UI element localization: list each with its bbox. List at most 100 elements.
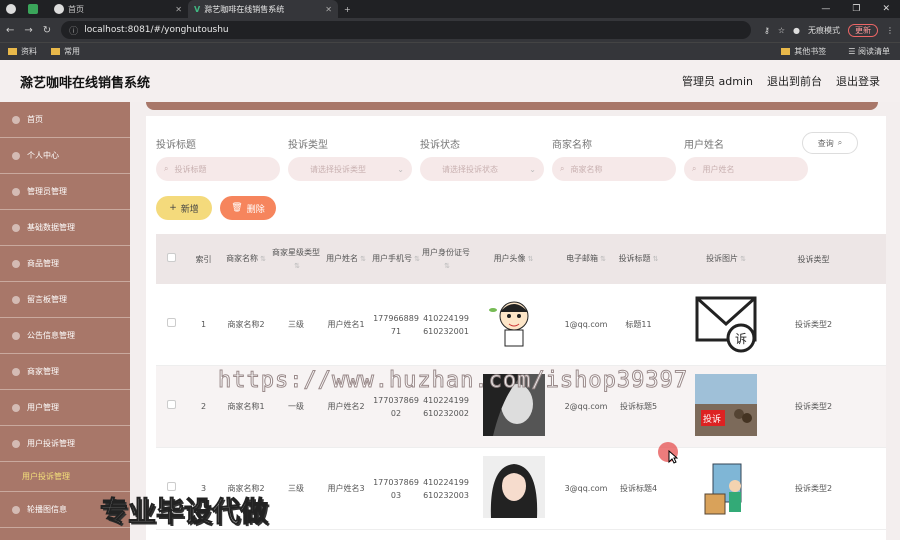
complaint-envelope-image[interactable]: 诉	[695, 292, 757, 354]
complaint-cartoon-image[interactable]	[695, 455, 757, 518]
cell-index: 1	[200, 320, 207, 329]
sidebar-item-profile[interactable]: 个人中心	[0, 138, 130, 174]
sort-icon[interactable]: ⇅	[528, 255, 534, 263]
column-header[interactable]: 商家名称 ⇅	[221, 252, 271, 266]
sidebar-item-admins[interactable]: 管理员管理	[0, 174, 130, 210]
sidebar-item-messages[interactable]: 留言板管理	[0, 282, 130, 318]
profile-label[interactable]: 无痕模式	[808, 25, 840, 36]
sidebar-item-merchants[interactable]: 商家管理	[0, 354, 130, 390]
globe-icon	[54, 4, 64, 14]
cell-title: 投诉标题4	[619, 484, 658, 493]
sort-icon[interactable]: ⇅	[360, 255, 366, 263]
logout-link[interactable]: 退出登录	[836, 73, 880, 89]
message-icon	[12, 295, 20, 304]
column-header[interactable]: 用户姓名 ⇅	[321, 252, 371, 266]
avatar-photo-image[interactable]	[482, 455, 545, 518]
sidebar-subitem-complaints[interactable]: 用户投诉管理	[0, 462, 130, 492]
sort-icon[interactable]: ⇅	[653, 255, 659, 263]
sort-icon[interactable]: ⇅	[260, 255, 266, 263]
cell-title: 标题11	[625, 320, 652, 329]
bookmark-item[interactable]: 资料	[8, 46, 37, 57]
filter-label: 投诉标题	[156, 140, 196, 151]
cell-email: 3@qq.com	[564, 484, 608, 493]
reload-icon[interactable]: ↻	[43, 25, 51, 36]
sidebar-item-products[interactable]: 商品管理	[0, 246, 130, 282]
main-content: 投诉标题 ⌕ 投诉标题 投诉类型 请选择投诉类型 ⌄ 投诉状态 请选择投诉状态 ⌄ 商…	[130, 102, 900, 540]
column-header[interactable]: 投诉标题 ⇅	[616, 252, 661, 266]
new-tab-button[interactable]: +	[338, 0, 357, 18]
column-header[interactable]: 投诉图片 ⇅	[661, 252, 791, 266]
notice-icon	[12, 331, 20, 340]
query-button[interactable]: 查询 ⌕	[802, 132, 858, 154]
username-search-input[interactable]: ⌕ 用户姓名	[684, 157, 808, 181]
bookmarks-bar: 资料 常用 其他书签 ☰ 阅读清单	[0, 42, 900, 60]
star-icon[interactable]: ☆	[778, 26, 785, 35]
close-window-icon[interactable]: ✕	[882, 4, 890, 14]
column-header[interactable]: 索引	[186, 253, 221, 266]
sort-icon[interactable]: ⇅	[294, 262, 300, 270]
admin-icon	[12, 187, 20, 196]
url-field[interactable]: ⓘ localhost:8081/#/yonghutoushu	[61, 21, 752, 39]
sidebar-item-label: 个人中心	[27, 151, 59, 160]
sort-icon[interactable]: ⇅	[414, 255, 420, 263]
update-button[interactable]: 更新	[848, 23, 878, 37]
row-checkbox[interactable]	[166, 400, 176, 409]
bookmark-label: 其他书签	[794, 47, 827, 56]
sidebar-item-base-data[interactable]: 基础数据管理	[0, 210, 130, 246]
bookmark-label: 阅读清单	[858, 47, 890, 56]
sidebar-item-notices[interactable]: 公告信息管理	[0, 318, 130, 354]
back-icon[interactable]: ←	[6, 25, 14, 36]
minimize-icon[interactable]: —	[821, 4, 830, 14]
back-to-front-link[interactable]: 退出到前台	[767, 73, 822, 89]
title-search-input[interactable]: ⌕ 投诉标题	[156, 157, 280, 181]
column-header[interactable]: 电子邮箱 ⇅	[556, 252, 616, 266]
key-icon[interactable]: ⚷	[764, 26, 770, 35]
bookmark-item[interactable]: 常用	[51, 46, 80, 57]
status-select[interactable]: 请选择投诉状态 ⌄	[420, 157, 544, 181]
sidebar-item-complaints[interactable]: 用户投诉管理	[0, 426, 130, 462]
sidebar-item-label: 用户投诉管理	[27, 439, 75, 448]
column-header[interactable]: 用户头像 ⇅	[471, 252, 556, 266]
user-icon	[12, 151, 20, 160]
app-header: 滁艺咖啡在线销售系统 管理员 admin 退出到前台 退出登录	[0, 60, 900, 102]
sidebar-item-home[interactable]: 首页	[0, 102, 130, 138]
cell-email: 1@qq.com	[564, 320, 608, 329]
shop-icon	[12, 367, 20, 376]
menu-icon[interactable]: ⋮	[886, 26, 894, 35]
forward-icon[interactable]: →	[24, 25, 32, 36]
column-header[interactable]: 用户手机号 ⇅	[371, 252, 421, 266]
sort-icon[interactable]: ⇅	[740, 255, 746, 263]
cell-title: 投诉标题5	[619, 402, 658, 411]
admin-label: 管理员 admin	[682, 75, 753, 88]
delete-button[interactable]: 🗑 删除	[220, 196, 276, 220]
row-checkbox[interactable]	[166, 318, 176, 327]
avatar-cartoon-image[interactable]	[483, 292, 545, 354]
bookmark-item[interactable]: 其他书签	[781, 46, 826, 57]
maximize-icon[interactable]: ❐	[852, 4, 860, 14]
sort-icon[interactable]: ⇅	[444, 262, 450, 270]
search-icon: ⌕	[837, 138, 843, 147]
filter-label: 用户姓名	[684, 140, 724, 151]
column-header[interactable]: 投诉类型	[791, 253, 836, 266]
sidebar: 首页 个人中心 管理员管理 基础数据管理 商品管理 留言板管理 公告信息管理 商…	[0, 102, 130, 540]
reading-list-icon: ☰	[848, 47, 858, 56]
select-all-checkbox[interactable]	[166, 252, 176, 262]
close-icon[interactable]: ✕	[325, 5, 332, 14]
sort-icon[interactable]: ⇅	[600, 255, 606, 263]
cell-name: 用户姓名1	[327, 320, 365, 329]
bookmark-item[interactable]: ☰ 阅读清单	[848, 46, 890, 57]
type-select[interactable]: 请选择投诉类型 ⌄	[288, 157, 412, 181]
browser-tab[interactable]: 首页 ✕	[48, 0, 188, 18]
table-row[interactable]: 1 商家名称2 三级 用户姓名1 17796688971 41022419961…	[156, 284, 886, 366]
browser-tab-active[interactable]: V 滁艺咖啡在线销售系统 ✕	[188, 0, 338, 18]
browser-tab[interactable]	[0, 0, 22, 18]
add-button[interactable]: + 新增	[156, 196, 212, 220]
cell-idcard: 410224199610232002	[423, 395, 469, 418]
close-icon[interactable]: ✕	[175, 5, 182, 14]
browser-tab[interactable]	[22, 0, 48, 18]
complaint-crowd-image[interactable]: 投诉	[695, 373, 757, 436]
shop-search-input[interactable]: ⌕ 商家名称	[552, 157, 676, 181]
column-header[interactable]: 商家星级类型⇅	[271, 246, 321, 273]
column-header[interactable]: 用户身份证号⇅	[421, 246, 471, 273]
sidebar-item-users[interactable]: 用户管理	[0, 390, 130, 426]
